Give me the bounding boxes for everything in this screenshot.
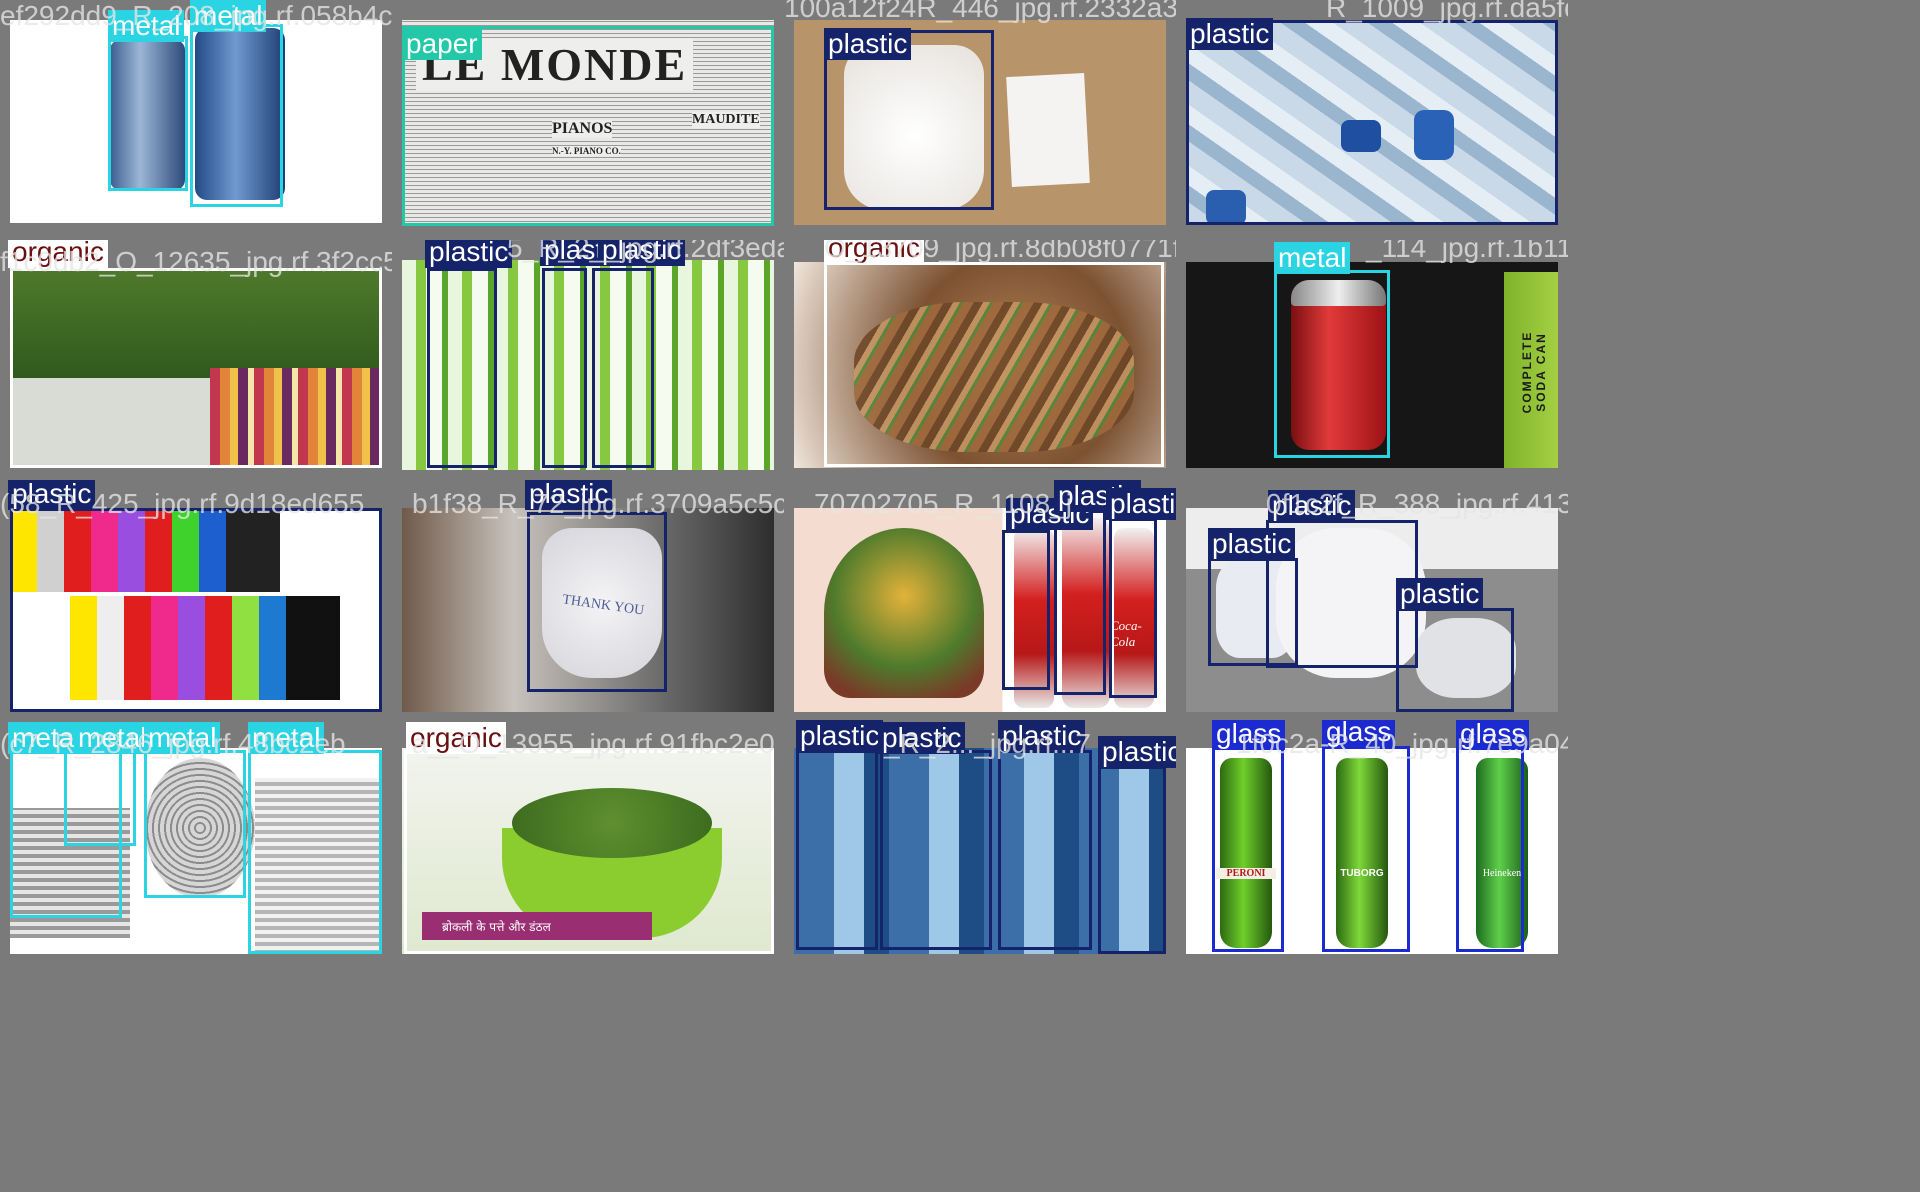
detection-box — [144, 750, 246, 898]
detection-label: plastic — [1106, 488, 1176, 520]
mosaic-grid: ef292dd9_R_208_jpg.rf.058b4cf3b5d6bd8abR… — [0, 0, 1920, 1192]
detection-label: plastic — [824, 28, 912, 60]
tile-5: f1c0db2_O_12635_jpg.rf.3f2cc55979 organi… — [0, 240, 392, 480]
detection-label: plastic — [1396, 578, 1484, 610]
detection-label: metal — [8, 722, 85, 754]
detection-box — [1212, 746, 1284, 952]
detection-box — [108, 36, 188, 191]
detection-box — [1456, 746, 1524, 952]
detection-box — [796, 750, 878, 950]
detection-box — [64, 750, 136, 846]
detection-box — [1274, 270, 1390, 458]
detection-label: plastic — [425, 240, 513, 268]
detection-box — [527, 512, 667, 692]
tile-4: R_1009_jpg.rf.da5fd7b1 plastic — [1176, 0, 1568, 240]
detection-box — [998, 750, 1092, 950]
detection-box — [10, 508, 382, 712]
tile-11: Coca-Cola 70702705_R_1108_j plastic plas… — [784, 480, 1176, 720]
detection-box — [1098, 766, 1166, 954]
detection-label: plastic — [1208, 528, 1296, 560]
tile-16: PERONI TUBORG Heineken 1f0c2a-R_40_jpg.r… — [1176, 720, 1568, 960]
detection-box — [1186, 20, 1558, 225]
detection-label: plastic — [1098, 736, 1176, 768]
detection-label: organic — [8, 240, 108, 268]
tile-15: _R_2..._jpg.rf...7 plastic plastic plast… — [784, 720, 1176, 960]
detection-box — [880, 750, 992, 950]
detection-label: metal — [248, 722, 325, 754]
detection-box — [1208, 558, 1298, 666]
detection-box — [1322, 746, 1410, 952]
detection-label: plastic — [796, 720, 884, 752]
detection-box — [592, 268, 654, 468]
detection-box — [427, 268, 497, 468]
detection-box — [1002, 530, 1050, 690]
tile-2: LE MONDE PIANOS MAUDITE N.-Y. PIANO CO. … — [392, 0, 784, 240]
detection-label: plastic — [998, 720, 1086, 752]
tile-8: COMPLETE SODA CAN _114_jpg.rf.1b11ce3a m… — [1176, 240, 1568, 480]
tile-10: THANK YOU b1f38_R_72_jpg.rf.3709a5c5c7 p… — [392, 480, 784, 720]
detection-box — [248, 750, 382, 954]
detection-label: glass — [1322, 720, 1396, 748]
detection-label: organic — [406, 722, 506, 754]
detection-box — [824, 262, 1164, 467]
detection-box — [1396, 608, 1514, 712]
detection-label: glass — [1212, 720, 1286, 750]
detection-box — [1054, 510, 1106, 695]
tile-13: (c7_R_2846_jpg.rf.48bc2eb metal metal me… — [0, 720, 392, 960]
detection-label: metal — [108, 10, 185, 42]
soda-can-side-label: COMPLETE SODA CAN — [1520, 330, 1548, 414]
tile-14: ब्रोकली के पत्ते और डंठल a__O_13955_jpg.… — [392, 720, 784, 960]
detection-label: plastic — [525, 480, 613, 510]
tile-7: O_13709_jpg.rf.8db08f0771f645 organic — [784, 240, 1176, 480]
detection-label: plastic — [8, 480, 96, 510]
tile-6: 5_R_2__jpg.rf.2df3eda5b80 plastic plasti… — [392, 240, 784, 480]
detection-label: metal — [1274, 242, 1351, 274]
tile-3: 100a12f24R_446_jpg.rf.2332a3d2ff6 plasti… — [784, 0, 1176, 240]
detection-box — [1109, 518, 1157, 698]
detection-label: metal — [190, 0, 267, 32]
tile-12: 0f1c2f_R_388_jpg.rf.41301539 plastic pla… — [1176, 480, 1568, 720]
detection-label: plastic — [1268, 490, 1356, 522]
detection-label: plastic — [598, 240, 686, 266]
detection-label: glass — [1456, 720, 1530, 750]
detection-label: metal — [144, 722, 221, 754]
detection-box — [10, 268, 382, 468]
tile-8-filename: _114_jpg.rf.1b11ce3a — [1366, 240, 1568, 263]
detection-label: plastic — [878, 722, 966, 754]
detection-box — [404, 750, 774, 954]
tile-9: (58_R_425_jpg.rf.9d18ed655 plastic — [0, 480, 392, 720]
detection-label: organic — [824, 240, 924, 264]
tile-1: ef292dd9_R_208_jpg.rf.058b4cf3b5d6bd8abR… — [0, 0, 392, 240]
detection-label: paper — [402, 28, 482, 60]
detection-box — [542, 268, 587, 468]
detection-label: plastic — [1186, 18, 1274, 50]
detection-label: metal — [74, 722, 151, 754]
detection-box — [190, 24, 283, 207]
